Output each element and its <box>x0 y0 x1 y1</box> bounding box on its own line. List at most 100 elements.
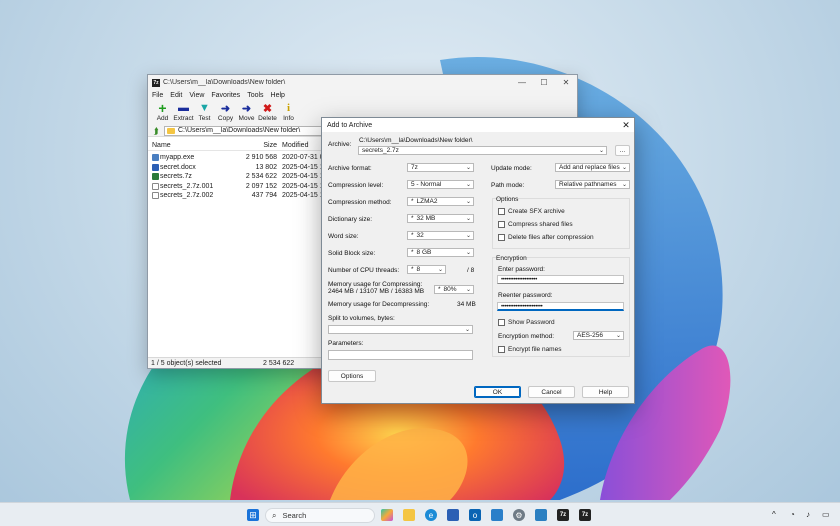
checkbox-box <box>498 234 505 241</box>
add-button[interactable]: + Add <box>152 100 173 125</box>
info-button[interactable]: i Info <box>278 101 299 125</box>
notepad-icon[interactable] <box>535 509 547 521</box>
path-mode-select[interactable]: Relative pathnames ⌄ <box>555 180 630 189</box>
move-button[interactable]: ➜ Move <box>236 101 257 125</box>
settings-gear-icon[interactable]: ⚙ <box>513 509 525 521</box>
path-mode-label: Path mode: <box>491 182 525 189</box>
chevron-down-icon: ⌄ <box>464 327 470 333</box>
cpu-threads-select[interactable]: * 8 ⌄ <box>407 265 446 274</box>
browse-button[interactable]: ... <box>615 145 630 156</box>
file-icon <box>152 182 159 190</box>
edge-icon[interactable]: e <box>425 509 437 521</box>
file-size: 2 910 568 <box>245 154 277 162</box>
enter-password-field[interactable]: •••••••••••••••••••• <box>497 275 624 284</box>
column-modified[interactable]: Modified <box>282 142 308 149</box>
extract-button[interactable]: ▬ Extract <box>173 101 194 125</box>
outlook-icon[interactable]: o <box>469 509 481 521</box>
store-icon[interactable] <box>447 509 459 521</box>
delete-icon: ✖ <box>262 102 273 115</box>
reenter-password-field[interactable]: ••••••••••••••••••••••• <box>497 302 624 311</box>
photos-icon[interactable] <box>491 509 503 521</box>
mem-decompress-label: Memory usage for Decompressing: <box>328 301 430 308</box>
test-label: Test <box>198 115 211 122</box>
taskbar-search[interactable]: ⌕ Search <box>265 508 375 523</box>
encrypt-names-checkbox[interactable]: Encrypt file names <box>498 346 561 353</box>
star-marker: * <box>411 249 414 256</box>
minimize-button[interactable]: — <box>511 78 533 87</box>
test-button[interactable]: ▼ Test <box>194 101 215 125</box>
chevron-down-icon: ⌄ <box>437 267 443 273</box>
file-name: secret.docx <box>160 163 196 171</box>
compress-shared-label: Compress shared files <box>508 221 573 228</box>
copilot-icon[interactable] <box>381 509 393 521</box>
move-icon: ➜ <box>241 102 252 115</box>
close-button[interactable]: ✕ <box>555 78 577 87</box>
checkbox-box <box>498 208 505 215</box>
archive-format-select[interactable]: 7z ⌄ <box>407 163 474 172</box>
parameters-input[interactable] <box>328 350 473 360</box>
file-icon <box>152 192 159 199</box>
dialog-close-icon[interactable]: ✕ <box>618 120 634 131</box>
info-label: Info <box>283 115 294 122</box>
menu-bar: File Edit View Favorites Tools Help <box>148 90 577 101</box>
options-button[interactable]: Options <box>328 370 376 382</box>
volume-icon[interactable]: ♪ <box>806 510 810 519</box>
status-size: 2 534 622 <box>263 359 295 367</box>
menu-edit[interactable]: Edit <box>170 92 182 99</box>
create-sfx-checkbox[interactable]: Create SFX archive <box>498 208 565 215</box>
network-icon[interactable]: ◔ <box>790 510 795 519</box>
file-manager-titlebar[interactable]: 7z C:\Users\m__la\Downloads\New folder\ … <box>148 75 577 90</box>
7zip-taskbar-icon[interactable]: 7z <box>557 509 569 521</box>
star-marker: * <box>411 266 414 273</box>
dictionary-size-select[interactable]: * 32 MB ⌄ <box>407 214 474 223</box>
delete-label: Delete <box>258 115 277 122</box>
file-size: 13 802 <box>255 163 277 171</box>
star-marker: * <box>411 198 414 205</box>
file-explorer-icon[interactable] <box>403 509 415 521</box>
archive-name-combo[interactable]: secrets_2.7z ⌄ <box>358 146 607 155</box>
compress-shared-checkbox[interactable]: Compress shared files <box>498 221 573 228</box>
delete-after-checkbox[interactable]: Delete files after compression <box>498 234 594 241</box>
update-mode-select[interactable]: Add and replace files ⌄ <box>555 163 630 172</box>
menu-tools[interactable]: Tools <box>247 92 263 99</box>
show-password-checkbox[interactable]: Show Password <box>498 319 555 326</box>
chevron-down-icon: ⌄ <box>465 199 471 205</box>
column-size[interactable]: Size <box>263 142 277 149</box>
start-icon[interactable]: ⊞ <box>247 509 259 521</box>
compression-method-select[interactable]: * LZMA2 ⌄ <box>407 197 474 206</box>
delete-button[interactable]: ✖ Delete <box>257 101 278 125</box>
solid-block-select[interactable]: * 8 GB ⌄ <box>407 248 474 257</box>
dialog-titlebar[interactable]: Add to Archive ✕ <box>322 118 634 132</box>
file-name: secrets.7z <box>160 173 192 181</box>
compression-level-select[interactable]: 5 - Normal ⌄ <box>407 180 474 189</box>
menu-file[interactable]: File <box>152 92 163 99</box>
column-name[interactable]: Name <box>152 142 171 149</box>
mem-percent-select[interactable]: * 80% ⌄ <box>434 285 474 294</box>
options-group-title: Options <box>496 196 519 203</box>
encrypt-names-label: Encrypt file names <box>508 346 562 353</box>
chevron-down-icon: ⌄ <box>465 233 471 239</box>
split-volumes-select[interactable]: ⌄ <box>328 325 473 334</box>
maximize-button[interactable]: ☐ <box>533 78 555 87</box>
battery-icon[interactable]: ▭ <box>822 510 830 519</box>
menu-favorites[interactable]: Favorites <box>211 92 240 99</box>
7zip-taskbar-icon-2[interactable]: 7z <box>579 509 591 521</box>
tray-chevron-icon[interactable]: ^ <box>772 510 776 519</box>
search-icon: ⌕ <box>272 510 277 520</box>
compression-level-label: Compression level: <box>328 182 384 189</box>
encryption-method-select[interactable]: AES-256 ⌄ <box>573 331 624 340</box>
mem-compress-label: Memory usage for Compressing: <box>328 281 423 288</box>
ok-button[interactable]: OK <box>474 386 521 398</box>
cancel-button[interactable]: Cancel <box>528 386 575 398</box>
up-folder-icon[interactable]: ⮭ <box>151 126 161 136</box>
star-marker: * <box>438 286 441 293</box>
menu-help[interactable]: Help <box>271 92 285 99</box>
menu-view[interactable]: View <box>189 92 204 99</box>
update-mode-value: Add and replace files <box>559 164 620 171</box>
help-button[interactable]: Help <box>582 386 629 398</box>
chevron-down-icon: ⌄ <box>465 182 471 188</box>
cpu-threads-label: Number of CPU threads: <box>328 267 400 274</box>
chevron-down-icon: ⌄ <box>465 250 471 256</box>
word-size-select[interactable]: * 32 ⌄ <box>407 231 474 240</box>
copy-button[interactable]: ➜ Copy <box>215 101 236 125</box>
